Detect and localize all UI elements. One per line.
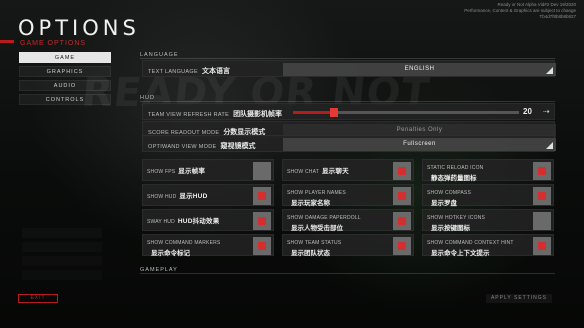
nav-item-controls[interactable]: CONTROLS [19,94,111,105]
dropdown-corner-icon [546,142,553,149]
refresh-rate-slider[interactable] [293,108,519,117]
optiwand-mode-row: OPTIWAND VIEW MODE 窥视镜模式 Fullscreen [142,135,556,152]
sway-hud-checkbox[interactable] [253,212,271,230]
show-player-names-checkbox[interactable] [393,187,411,205]
slider-fill [293,111,334,114]
toggle-show-chat: SHOW CHAT 显示聊天 [282,159,414,181]
page-subtitle: GAME OPTIONS [20,40,87,47]
toggle-static-reload-icon: STATIC RELOAD ICON 静态弹药量图标 [422,159,554,182]
build-info-line: Tb4d7f8b8b8b827 [539,14,576,19]
ghost-panel [22,242,102,252]
refresh-rate-label: TEAM VIEW REFRESH RATE 团队摄影机帧率 [148,111,283,118]
options-nav: GAME GRAPHICS AUDIO CONTROLS [19,52,111,108]
page-title: OPTIONS [18,16,140,40]
toggle-show-damage-paperdoll: SHOW DAMAGE PAPERDOLL 显示人物受击部位 [282,209,414,232]
show-command-context-hint-checkbox[interactable] [533,237,551,255]
show-hotkey-icons-checkbox[interactable] [533,212,551,230]
toggle-show-hud: SHOW HUD 显示HUD [142,184,274,206]
section-divider [140,273,555,274]
build-info: Ready or Not Alpha Vid#2 Dev 19/2020 Per… [376,2,576,20]
show-command-markers-checkbox[interactable] [253,237,271,255]
refresh-rate-value: 20 [523,107,532,116]
toggle-show-command-markers: SHOW COMMAND MARKERS 显示命令标记 [142,234,274,257]
show-team-status-checkbox[interactable] [393,237,411,255]
show-compass-checkbox[interactable] [533,187,551,205]
show-hud-checkbox[interactable] [253,187,271,205]
text-language-dropdown[interactable]: ENGLISH [283,63,556,76]
nav-item-game[interactable]: GAME [19,52,111,63]
toggle-show-hotkey-icons: SHOW HOTKEY ICONS 显示按键图标 [422,209,554,232]
apply-settings-button[interactable]: APPLY SETTINGS [486,294,552,303]
toggle-show-team-status: SHOW TEAM STATUS 显示团队状态 [282,234,414,257]
toggle-show-compass: SHOW COMPASS 显示罗盘 [422,184,554,207]
exit-button[interactable]: EXIT [18,294,58,303]
section-divider [140,101,555,102]
toggle-show-fps: SHOW FPS 显示帧率 [142,159,274,181]
refresh-rate-row: TEAM VIEW REFRESH RATE 团队摄影机帧率 20 ⇢ [142,103,555,120]
optiwand-mode-dropdown[interactable]: Fullscreen [283,138,556,151]
nav-item-audio[interactable]: AUDIO [19,80,111,91]
show-damage-paperdoll-checkbox[interactable] [393,212,411,230]
show-fps-checkbox[interactable] [253,162,271,180]
toggle-show-player-names: SHOW PLAYER NAMES 显示玩家名称 [282,184,414,207]
toggle-show-command-context-hint: SHOW COMMAND CONTEXT HINT 显示命令上下文提示 [422,234,554,257]
text-language-label: TEXT LANGUAGE 文本语言 [148,68,230,75]
section-divider [140,58,555,59]
slider-handle[interactable] [329,108,338,117]
dropdown-corner-icon [546,67,553,74]
ghost-panel [22,228,102,238]
title-accent-bar [0,40,14,43]
static-reload-icon-checkbox[interactable] [533,162,551,180]
ghost-panel [22,256,102,266]
text-language-row: TEXT LANGUAGE 文本语言 ENGLISH [142,60,556,77]
show-chat-checkbox[interactable] [393,162,411,180]
nav-item-graphics[interactable]: GRAPHICS [19,66,111,77]
optiwand-mode-label: OPTIWAND VIEW MODE 窥视镜模式 [148,143,256,150]
toggle-sway-hud: SWAY HUD HUD抖动效果 [142,209,274,231]
ghost-panel [22,270,102,280]
reset-arrow-icon[interactable]: ⇢ [543,107,550,116]
